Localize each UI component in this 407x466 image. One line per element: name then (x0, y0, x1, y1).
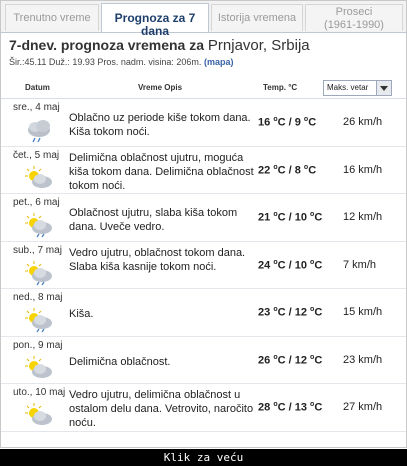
temp-low: 12 (294, 306, 307, 319)
sun-cloud-icon (24, 355, 54, 381)
row-temperature: 28 oC / 13 oC (258, 401, 323, 414)
row-date: sub., 7 maj (13, 244, 62, 256)
tab-label: Trenutno vreme (13, 12, 91, 24)
row-wind: 15 km/h (343, 306, 383, 318)
sun-cloud-icon (24, 165, 54, 191)
map-link[interactable]: (mapa) (204, 57, 234, 67)
row-date: sre., 4 maj (13, 102, 60, 113)
tab-current-weather[interactable]: Trenutno vreme (5, 4, 99, 31)
row-temperature: 22 oC / 8 oC (258, 163, 317, 177)
row-temperature: 23 oC / 12 oC (258, 306, 323, 319)
tab-label: Istorija vremena (217, 12, 297, 24)
table-row: čet., 5 maj Delimična oblačnost ujutru, m… (1, 147, 406, 194)
tab-label: Proseci (335, 6, 373, 18)
row-description: Vedro ujutru, oblačnost tokom dana. Slab… (69, 246, 246, 273)
row-description: Vedro ujutru, delimična oblačnost u osta… (69, 389, 254, 429)
weather-widget: Trenutno vreme Prognoza za 7 dana Istori… (0, 0, 407, 448)
temp-high: 26 (258, 354, 271, 367)
row-description: Delimična oblačnost ujutru, moguća kiša … (69, 151, 254, 192)
tab-sublabel: (1961-1990) (324, 19, 384, 31)
col-description: Vreme Opis (138, 83, 183, 92)
table-row: sre., 4 maj Oblačno uz periode kiše tokom… (1, 99, 406, 147)
temp-low: 13 (294, 401, 307, 414)
temp-low: 12 (294, 354, 307, 367)
title-prefix: 7-dnev. prognoza vremena za (9, 37, 205, 53)
row-wind: 27 km/h (343, 401, 383, 413)
temp-low: 10 (294, 259, 307, 272)
row-wind: 7 km/h (343, 258, 377, 271)
temp-high: 23 (258, 306, 271, 319)
tab-bar: Trenutno vreme Prognoza za 7 dana Istori… (1, 1, 406, 38)
row-temperature: 16 oC / 9 oC (258, 116, 317, 129)
wind-select[interactable]: Maks. vetar (323, 80, 392, 96)
row-wind: 26 km/h (343, 116, 383, 128)
forecast-table: sre., 4 maj Oblačno uz periode kiše tokom… (1, 99, 406, 432)
row-date: ned., 8 maj (13, 292, 63, 303)
tab-label: Prognoza za 7 dana (114, 11, 196, 38)
row-temperature: 24 oC / 10 oC (258, 258, 323, 272)
sun-cloud-rain-icon (24, 260, 54, 286)
temp-high: 21 (258, 211, 271, 224)
sun-cloud-icon (24, 402, 54, 428)
temp-high: 16 (258, 116, 271, 129)
row-date: pet., 6 maj (13, 197, 60, 208)
row-date: uto., 10 maj (13, 387, 66, 398)
col-temperature: Temp. °C (263, 83, 298, 92)
table-row: ned., 8 maj Kiša. 23 oC / 12 oC 15 km/h (1, 289, 406, 337)
temp-high: 22 (258, 164, 271, 177)
row-wind: 12 km/h (343, 211, 383, 223)
row-description: Kiša. (69, 308, 94, 320)
table-row: pon., 9 maj Delimična oblačnost. 26 oC / 1… (1, 337, 406, 384)
caption[interactable]: Klik za veću (0, 449, 407, 466)
coordinates-text: Šir.:45.11 Duž.: 19.93 Pros. nadm. visin… (9, 57, 202, 67)
temp-low: 8 (294, 164, 301, 177)
temp-high: 28 (258, 401, 271, 414)
tab-averages[interactable]: Proseci (1961-1990) (305, 4, 403, 31)
tab-7-day-forecast[interactable]: Prognoza za 7 dana (101, 3, 209, 38)
row-temperature: 21 oC / 10 oC (258, 211, 323, 224)
page-title: 7-dnev. prognoza vremena za Prnjavor, Sr… (9, 37, 310, 54)
row-wind: 16 km/h (343, 163, 383, 176)
location-info: Šir.:45.11 Duž.: 19.93 Pros. nadm. visin… (9, 57, 233, 67)
temp-low: 10 (294, 211, 307, 224)
wind-select-value: Maks. vetar (327, 83, 369, 92)
row-date: čet., 5 maj (13, 149, 60, 161)
place-name: Prnjavor, Srbija (207, 37, 310, 54)
table-row: sub., 7 maj Vedro ujutru, oblačnost tokom… (1, 242, 406, 289)
table-row: uto., 10 maj Vedro ujutru, delimična obla… (1, 384, 406, 432)
chevron-down-icon[interactable] (376, 81, 391, 95)
row-description: Oblačnost ujutru, slaba kiša tokom dana.… (69, 207, 238, 233)
row-wind: 23 km/h (343, 353, 383, 366)
temp-high: 24 (258, 259, 271, 272)
row-date: pon., 9 maj (13, 339, 63, 351)
sun-cloud-rain-icon (24, 307, 54, 333)
row-temperature: 26 oC / 12 oC (258, 353, 323, 367)
tab-weather-history[interactable]: Istorija vremena (211, 4, 303, 31)
cloud-rain-icon (24, 117, 54, 143)
row-description: Oblačno uz periode kiše tokom dana. Kiša… (69, 112, 251, 138)
table-row: pet., 6 maj Oblačnost ujutru, slaba kiša … (1, 194, 406, 242)
row-description: Delimična oblačnost. (69, 355, 171, 368)
sun-cloud-rain-icon (24, 212, 54, 238)
temp-low: 9 (294, 116, 301, 129)
col-date: Datum (25, 83, 50, 92)
